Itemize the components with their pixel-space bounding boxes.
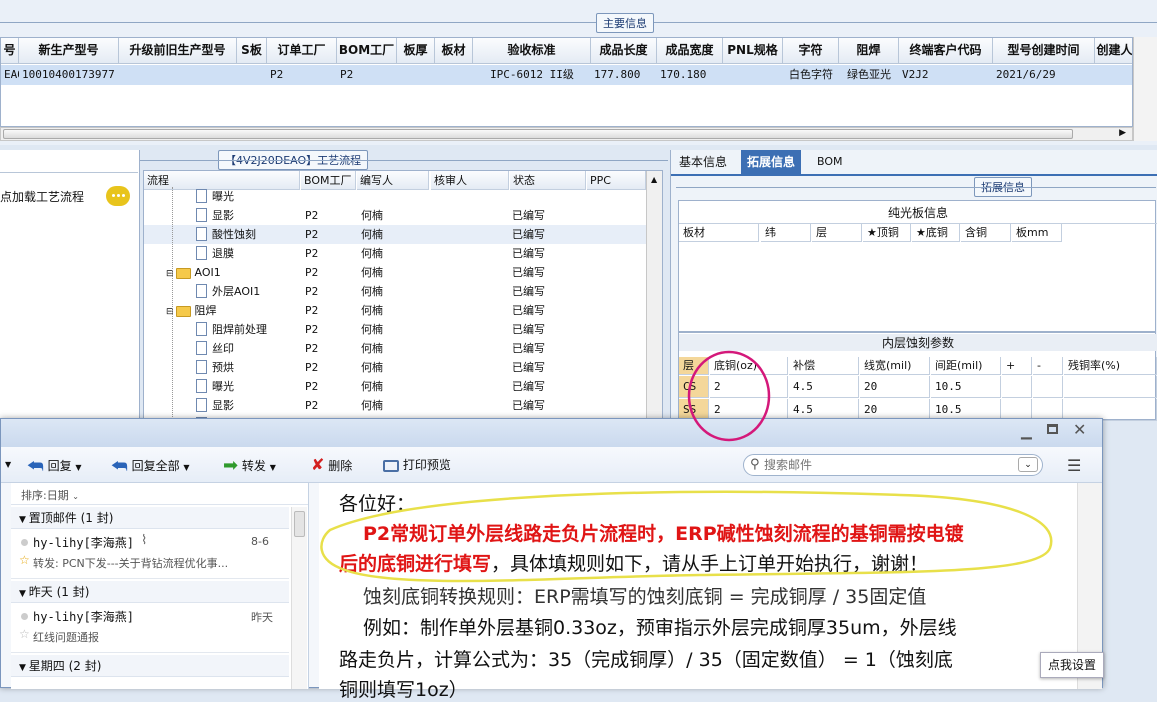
- annotation-layer: [320, 350, 1053, 583]
- settings-tooltip[interactable]: 点我设置: [1040, 652, 1104, 678]
- highlight-circle: [687, 350, 771, 442]
- highlight-ellipse: [320, 490, 1053, 583]
